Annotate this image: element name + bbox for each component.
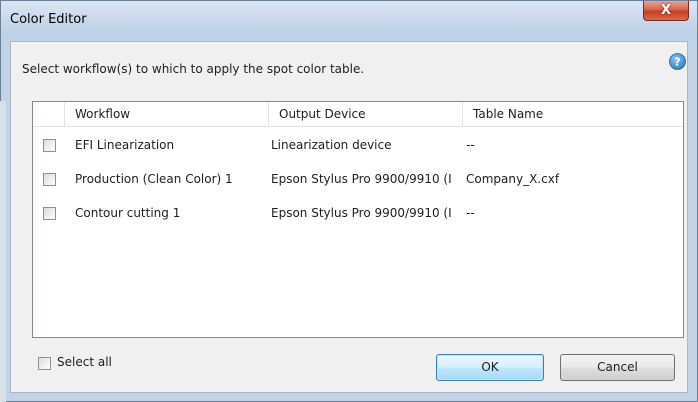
table-row[interactable]: Production (Clean Color) 1 Epson Stylus … xyxy=(33,164,683,194)
workflow-cell: Contour cutting 1 xyxy=(75,206,181,220)
output-device-cell: Epson Stylus Pro 9900/9910 (I xyxy=(271,172,452,186)
background-window-edge xyxy=(0,101,6,402)
instruction-text: Select workflow(s) to which to apply the… xyxy=(22,62,365,76)
close-icon: X xyxy=(660,3,672,18)
table-row[interactable]: EFI Linearization Linearization device -… xyxy=(33,130,683,160)
row-checkbox[interactable] xyxy=(43,139,56,152)
column-header-output-device[interactable]: Output Device xyxy=(269,102,463,126)
table-header: Workflow Output Device Table Name xyxy=(33,102,683,127)
select-all-label[interactable]: Select all xyxy=(57,355,112,369)
close-button[interactable]: X xyxy=(643,1,689,21)
column-header-check xyxy=(33,102,65,126)
select-all-checkbox[interactable] xyxy=(38,357,51,370)
table-name-cell: Company_X.cxf xyxy=(466,172,560,186)
table-name-cell: -- xyxy=(466,138,475,152)
window-title: Color Editor xyxy=(10,12,87,27)
column-header-workflow[interactable]: Workflow xyxy=(65,102,269,126)
cancel-button[interactable]: Cancel xyxy=(560,354,675,381)
table-name-cell: -- xyxy=(466,206,475,220)
output-device-cell: Linearization device xyxy=(271,138,392,152)
ok-button[interactable]: OK xyxy=(436,354,544,381)
svg-text:?: ? xyxy=(674,56,680,69)
workflow-table: Workflow Output Device Table Name EFI Li… xyxy=(32,101,684,338)
output-device-cell: Epson Stylus Pro 9900/9910 (I xyxy=(271,206,452,220)
column-header-table-name[interactable]: Table Name xyxy=(463,102,683,126)
help-icon[interactable]: ? xyxy=(669,53,686,70)
row-checkbox[interactable] xyxy=(43,173,56,186)
title-bar[interactable]: Color Editor X xyxy=(1,1,697,39)
row-checkbox[interactable] xyxy=(43,207,56,220)
workflow-cell: Production (Clean Color) 1 xyxy=(75,172,233,186)
workflow-cell: EFI Linearization xyxy=(75,138,175,152)
table-row[interactable]: Contour cutting 1 Epson Stylus Pro 9900/… xyxy=(33,198,683,228)
